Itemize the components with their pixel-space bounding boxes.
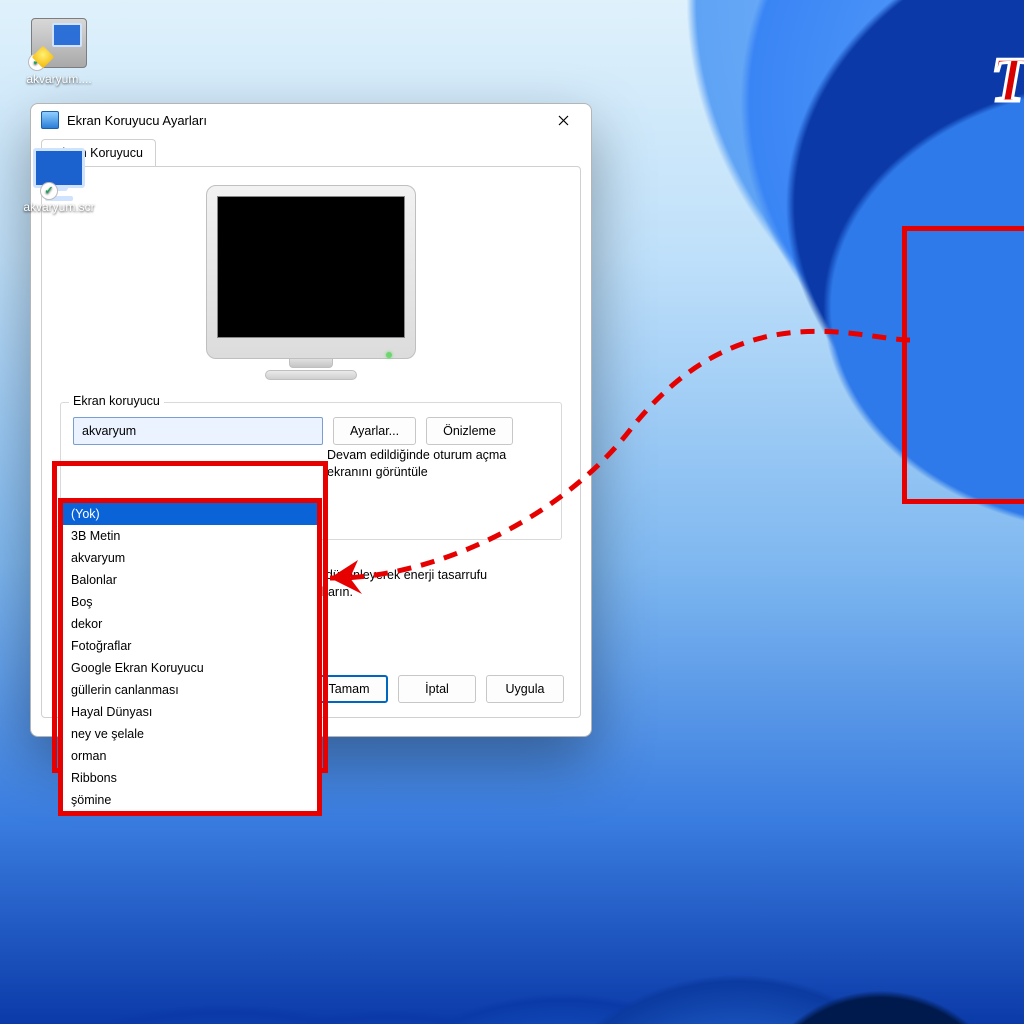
dialog-title: Ekran Koruyucu Ayarları [67, 113, 543, 128]
dropdown-option[interactable]: Google Ekran Koruyucu [63, 657, 317, 679]
annotation-highlight-desktop-icons [902, 226, 1024, 504]
screensaver-preview-monitor [206, 185, 416, 380]
dropdown-option[interactable]: Hayal Dünyası [63, 701, 317, 723]
settings-button[interactable]: Ayarlar... [333, 417, 416, 445]
dropdown-option[interactable]: orman [63, 745, 317, 767]
dropdown-option[interactable]: dekor [63, 613, 317, 635]
screensaver-combobox[interactable]: akvaryum [73, 417, 323, 445]
monitor-screen [217, 196, 405, 338]
resume-line2: ekranını görüntüle [327, 464, 506, 481]
monitor-led-icon [386, 352, 392, 358]
monitor-base [265, 370, 357, 380]
desktop-icon1-label: akvaryum.... [6, 72, 112, 86]
close-button[interactable] [543, 106, 583, 134]
close-icon [558, 115, 569, 126]
titlebar[interactable]: Ekran Koruyucu Ayarları [31, 104, 591, 136]
apply-button[interactable]: Uygula [486, 675, 564, 703]
dropdown-option[interactable]: şömine [63, 789, 317, 811]
dialog-icon [41, 111, 59, 129]
installer-icon [31, 18, 87, 68]
preview-button[interactable]: Önizleme [426, 417, 513, 445]
screensaver-selected-value: akvaryum [82, 424, 136, 438]
tab-strip: Ekran Koruyucu [31, 138, 591, 166]
dropdown-option[interactable]: akvaryum [63, 547, 317, 569]
dropdown-option[interactable]: güllerin canlanması [63, 679, 317, 701]
resume-logon-label: Devam edildiğinde oturum açma ekranını g… [327, 447, 506, 481]
dropdown-option[interactable]: (Yok) [63, 503, 317, 525]
power-text-partial: nı düzenleyerek enerji tasarrufu çıkarın… [312, 567, 487, 601]
dropdown-option[interactable]: Balonlar [63, 569, 317, 591]
screensaver-dropdown-list[interactable]: (Yok)3B MetinakvaryumBalonlarBoşdekorFot… [58, 498, 322, 816]
desktop-icon-scrfile[interactable]: akvaryum.scr [6, 146, 112, 214]
monitor-stand [289, 359, 333, 368]
power-line2: çıkarın. [312, 584, 487, 601]
monitor-bezel [206, 185, 416, 359]
sync-ok-badge-icon [28, 53, 46, 71]
dropdown-option[interactable]: Boş [63, 591, 317, 613]
dropdown-inner: (Yok)3B MetinakvaryumBalonlarBoşdekorFot… [63, 503, 317, 811]
cancel-button[interactable]: İptal [398, 675, 476, 703]
dialog-footer: Tamam İptal Uygula [310, 675, 564, 703]
power-line1: nı düzenleyerek enerji tasarrufu [312, 567, 487, 584]
sync-ok-badge-icon [40, 182, 58, 200]
group-legend: Ekran koruyucu [69, 394, 164, 408]
desktop-icon-installer[interactable]: akvaryum.... [6, 18, 112, 86]
dropdown-option[interactable]: ney ve şelale [63, 723, 317, 745]
desktop-icon2-label: akvaryum.scr [6, 200, 112, 214]
dropdown-option[interactable]: Fotoğraflar [63, 635, 317, 657]
corner-accent-glyph: T [991, 48, 1024, 112]
dropdown-option[interactable]: 3B Metin [63, 525, 317, 547]
screensaver-row: akvaryum Ayarlar... Önizleme [73, 417, 549, 445]
resume-line1: Devam edildiğinde oturum açma [327, 447, 506, 464]
scr-file-icon [32, 146, 86, 196]
dropdown-option[interactable]: Ribbons [63, 767, 317, 789]
